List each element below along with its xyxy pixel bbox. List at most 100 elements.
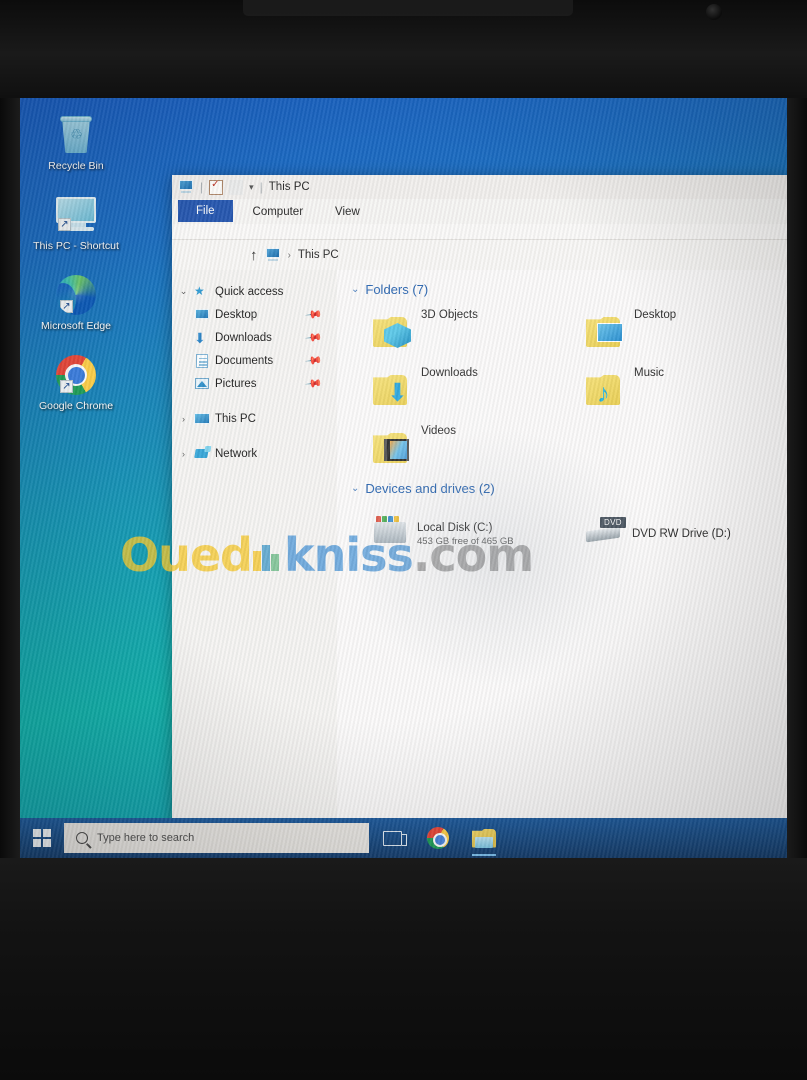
sidebar-item-label: Downloads bbox=[215, 331, 272, 344]
sidebar-item-this-pc[interactable]: › This PC bbox=[172, 407, 337, 430]
tile-desktop[interactable]: Desktop bbox=[564, 303, 777, 361]
tile-local-disk-c[interactable]: Local Disk (C:) 453 GB free of 465 GB bbox=[351, 502, 564, 560]
start-button[interactable] bbox=[20, 818, 64, 858]
toolbar-divider: | bbox=[200, 180, 204, 194]
desktop-icon-google-chrome[interactable]: ↗ Google Chrome bbox=[28, 350, 124, 412]
active-app-indicator bbox=[472, 854, 496, 856]
documents-page-icon bbox=[194, 353, 210, 368]
desktop-icon-recycle-bin[interactable]: ♲ Recycle Bin bbox=[28, 110, 124, 172]
taskbar-file-explorer-button[interactable] bbox=[461, 818, 507, 858]
folder-music-icon: ♪ bbox=[586, 373, 626, 407]
sidebar-item-label: Quick access bbox=[215, 285, 284, 298]
ribbon-tab-bar: File Computer View bbox=[172, 199, 787, 224]
webcam-icon bbox=[706, 4, 722, 20]
tile-downloads[interactable]: ⬇ Downloads bbox=[351, 361, 564, 419]
hard-drive-icon bbox=[373, 516, 409, 546]
chevron-down-icon[interactable]: ⌄ bbox=[351, 284, 359, 295]
dvd-drive-icon: DVD bbox=[586, 517, 626, 545]
chevron-right-icon[interactable]: › bbox=[178, 449, 189, 459]
star-icon: ★ bbox=[194, 283, 205, 298]
pin-icon[interactable]: 📌 bbox=[305, 328, 324, 347]
tile-label: Desktop bbox=[634, 309, 677, 321]
sidebar-item-pictures[interactable]: Pictures 📌 bbox=[172, 372, 337, 395]
content-pane: ⌄ Folders (7) 3D Objects Desktop ⬇ Downl… bbox=[337, 270, 787, 832]
search-input[interactable]: Type here to search bbox=[64, 823, 369, 853]
tab-view[interactable]: View bbox=[319, 199, 376, 224]
tile-label: DVD RW Drive (D:) bbox=[632, 528, 731, 540]
sidebar-item-quick-access[interactable]: ⌄ ★ Quick access bbox=[172, 280, 337, 303]
dvd-badge-label: DVD bbox=[600, 517, 626, 528]
tab-file[interactable]: File bbox=[178, 200, 233, 222]
taskbar-chrome-button[interactable] bbox=[415, 818, 461, 858]
task-view-button[interactable] bbox=[369, 818, 415, 858]
tile-label: Videos bbox=[421, 425, 456, 437]
this-pc-monitor-icon bbox=[265, 248, 281, 262]
laptop-bezel-bottom: COMPAQ bbox=[0, 858, 807, 1080]
laptop-screen: ♲ Recycle Bin ↗ This PC - Shortcut ↗ Mic… bbox=[20, 98, 787, 858]
laptop-bezel-top bbox=[0, 0, 807, 98]
microsoft-edge-icon: ↗ bbox=[28, 270, 124, 320]
bezel-notch bbox=[243, 0, 573, 16]
google-chrome-icon: ↗ bbox=[28, 350, 124, 400]
folder-videos-icon bbox=[373, 431, 413, 465]
sidebar-item-network[interactable]: › Network bbox=[172, 442, 337, 465]
tile-music[interactable]: ♪ Music bbox=[564, 361, 777, 419]
sidebar-item-label: Pictures bbox=[215, 377, 257, 390]
navigate-up-button[interactable]: ↑ bbox=[250, 248, 258, 263]
chevron-down-icon[interactable]: ⌄ bbox=[351, 483, 359, 494]
tile-label: Music bbox=[634, 367, 665, 379]
properties-checklist-icon[interactable] bbox=[209, 179, 224, 195]
group-header-label: Devices and drives (2) bbox=[365, 481, 495, 496]
desktop-icon-microsoft-edge[interactable]: ↗ Microsoft Edge bbox=[28, 270, 124, 332]
pictures-image-icon bbox=[194, 377, 210, 391]
window-title: This PC bbox=[268, 181, 310, 193]
desktop-icon-label: This PC - Shortcut bbox=[33, 240, 119, 252]
sidebar-item-desktop[interactable]: Desktop 📌 bbox=[172, 303, 337, 326]
pin-icon[interactable]: 📌 bbox=[305, 351, 324, 370]
search-icon bbox=[76, 832, 88, 844]
file-explorer-window[interactable]: | ▾ | This PC File Computer View ↑ › Thi… bbox=[172, 175, 787, 855]
navigation-pane: ⌄ ★ Quick access Desktop 📌 ⬇ Downloads 📌 bbox=[172, 270, 337, 832]
tile-spacer bbox=[564, 419, 777, 477]
blank-tool-icon[interactable] bbox=[229, 179, 244, 195]
desktop-icon-label: Google Chrome bbox=[38, 400, 114, 412]
pin-icon[interactable]: 📌 bbox=[305, 374, 324, 393]
recycle-bin-icon: ♲ bbox=[28, 110, 124, 160]
sidebar-item-downloads[interactable]: ⬇ Downloads 📌 bbox=[172, 326, 337, 349]
sidebar-item-label: Network bbox=[215, 447, 258, 460]
drive-free-space-text: 453 GB free of 465 GB bbox=[417, 535, 514, 547]
folder-downloads-icon: ⬇ bbox=[373, 373, 413, 407]
tile-dvd-rw-drive-d[interactable]: DVD DVD RW Drive (D:) bbox=[564, 502, 777, 560]
sidebar-item-documents[interactable]: Documents 📌 bbox=[172, 349, 337, 372]
customize-chevron-icon[interactable]: ▾ bbox=[249, 182, 254, 193]
shortcut-arrow-icon: ↗ bbox=[60, 380, 73, 393]
windows-start-icon bbox=[33, 829, 51, 847]
this-pc-monitor-icon[interactable] bbox=[178, 180, 194, 194]
file-explorer-icon bbox=[472, 828, 496, 848]
group-header-folders[interactable]: ⌄ Folders (7) bbox=[351, 282, 777, 297]
this-pc-monitor-icon bbox=[194, 412, 210, 426]
chevron-down-icon[interactable]: ⌄ bbox=[178, 286, 189, 297]
tab-computer[interactable]: Computer bbox=[237, 199, 320, 224]
folder-desktop-icon bbox=[586, 315, 626, 349]
google-chrome-icon bbox=[427, 827, 449, 849]
ribbon-body bbox=[172, 224, 787, 240]
breadcrumb[interactable]: This PC bbox=[298, 249, 339, 261]
desktop-monitor-icon bbox=[194, 308, 210, 322]
desktop-icon-this-pc-shortcut[interactable]: ↗ This PC - Shortcut bbox=[28, 190, 124, 252]
sidebar-item-label: This PC bbox=[215, 412, 256, 425]
breadcrumb-separator-icon: › bbox=[287, 249, 291, 261]
tile-videos[interactable]: Videos bbox=[351, 419, 564, 477]
tile-3d-objects[interactable]: 3D Objects bbox=[351, 303, 564, 361]
downloads-arrow-icon: ⬇ bbox=[194, 329, 206, 346]
shortcut-arrow-icon: ↗ bbox=[60, 300, 73, 313]
this-pc-monitor-icon: ↗ bbox=[28, 190, 124, 240]
address-bar[interactable]: ↑ › This PC bbox=[172, 240, 787, 270]
sidebar-item-label: Documents bbox=[215, 354, 274, 367]
group-header-devices-and-drives[interactable]: ⌄ Devices and drives (2) bbox=[351, 481, 777, 496]
tile-label: 3D Objects bbox=[421, 309, 478, 321]
laptop-bezel-right bbox=[787, 98, 807, 858]
folders-tile-grid: 3D Objects Desktop ⬇ Downloads ♪ Music V… bbox=[351, 303, 777, 477]
pin-icon[interactable]: 📌 bbox=[305, 305, 324, 324]
chevron-right-icon[interactable]: › bbox=[178, 414, 189, 424]
